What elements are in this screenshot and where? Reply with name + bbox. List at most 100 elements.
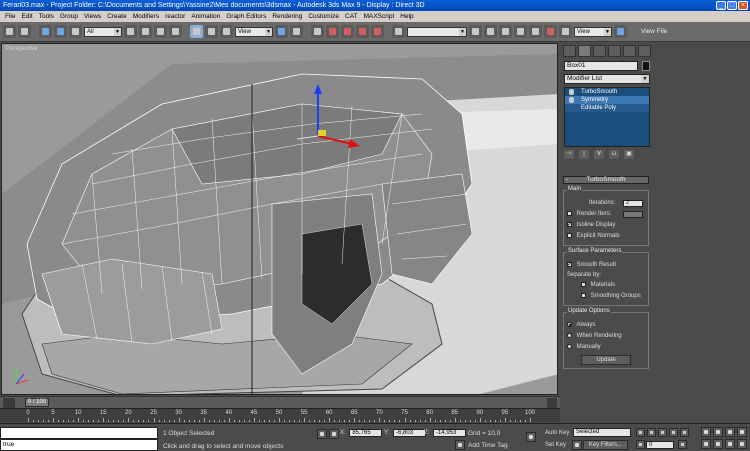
layer-manager-icon[interactable]: [499, 25, 512, 38]
time-slider-thumb[interactable]: 0 / 100: [25, 398, 49, 407]
named-selection-sets-dropdown[interactable]: ▼: [407, 26, 467, 37]
smoothing-groups-checkbox[interactable]: [581, 292, 586, 298]
schematic-view-icon[interactable]: [529, 25, 542, 38]
pivot-center-icon[interactable]: [275, 25, 288, 38]
snaps-toggle-icon[interactable]: [326, 25, 339, 38]
iterations-spinner[interactable]: 2: [623, 200, 643, 207]
display-tab-icon[interactable]: [623, 45, 636, 57]
material-editor-icon[interactable]: [544, 25, 557, 38]
keyboard-shortcut-override-icon[interactable]: [311, 25, 324, 38]
lightbulb-icon[interactable]: [569, 97, 574, 103]
modifier-list-dropdown[interactable]: Modifier List ▼: [564, 74, 650, 84]
maximize-viewport-icon[interactable]: [737, 439, 747, 449]
lightbulb-icon[interactable]: [569, 89, 574, 95]
select-object-icon[interactable]: [124, 25, 137, 38]
track-bar[interactable]: 0 5 10 15 20 25 30 35 40 45 50 55 60 65 70 75 80 85 90 95 10…: [0, 408, 560, 422]
quick-render-icon[interactable]: [614, 25, 627, 38]
align-icon[interactable]: [484, 25, 497, 38]
viewport-label[interactable]: Perspective: [6, 46, 37, 52]
zoom-extents-icon[interactable]: [725, 427, 735, 437]
utilities-tab-icon[interactable]: [638, 45, 651, 57]
render-preset-dropdown[interactable]: View ▼: [574, 26, 612, 37]
unlink-icon[interactable]: [54, 25, 67, 38]
key-icon[interactable]: [526, 432, 536, 442]
set-key-button[interactable]: Set Key: [545, 442, 566, 448]
redo-icon[interactable]: [18, 25, 31, 38]
stack-item-symmetry[interactable]: Symmetry: [565, 96, 649, 104]
menu-file[interactable]: File: [2, 13, 18, 20]
object-color-swatch[interactable]: [642, 61, 650, 71]
select-by-name-icon[interactable]: [139, 25, 152, 38]
select-and-move-icon[interactable]: [190, 25, 203, 38]
zoom-icon[interactable]: [701, 427, 711, 437]
smooth-result-checkbox[interactable]: [567, 260, 572, 271]
update-button[interactable]: Update: [581, 355, 631, 365]
menu-modifiers[interactable]: Modifiers: [130, 13, 162, 20]
menu-group[interactable]: Group: [57, 13, 81, 20]
materials-checkbox[interactable]: [581, 281, 586, 287]
render-iters-spinner[interactable]: [623, 211, 643, 218]
add-time-tag[interactable]: Add Time Tag: [468, 442, 508, 449]
menu-cat[interactable]: CAT: [342, 13, 361, 20]
menu-edit[interactable]: Edit: [18, 13, 35, 20]
play-icon[interactable]: [658, 428, 667, 437]
perspective-viewport[interactable]: Perspective: [1, 43, 558, 395]
menu-create[interactable]: Create: [104, 13, 130, 20]
key-filters-button[interactable]: Key Filters...: [583, 440, 628, 450]
window-crossing-icon[interactable]: [169, 25, 182, 38]
select-and-link-icon[interactable]: [39, 25, 52, 38]
manually-radio[interactable]: [567, 343, 572, 349]
absolute-mode-icon[interactable]: [329, 429, 339, 439]
maxscript-listener-output[interactable]: [0, 427, 158, 439]
angle-snap-icon[interactable]: [341, 25, 354, 38]
stack-item-editable-poly[interactable]: Editable Poly: [565, 104, 649, 112]
render-setup-icon[interactable]: [559, 25, 572, 38]
mirror-icon[interactable]: [469, 25, 482, 38]
object-name-field[interactable]: Box01: [564, 61, 638, 71]
menu-maxscript[interactable]: MAXScript: [361, 13, 398, 20]
time-configuration-icon[interactable]: [678, 440, 687, 449]
select-and-scale-icon[interactable]: [220, 25, 233, 38]
menu-animation[interactable]: Animation: [188, 13, 223, 20]
undo-icon[interactable]: [3, 25, 16, 38]
when-rendering-radio[interactable]: [567, 332, 572, 338]
current-frame-field[interactable]: 0: [646, 441, 674, 449]
hierarchy-tab-icon[interactable]: [593, 45, 606, 57]
menu-rendering[interactable]: Rendering: [269, 13, 305, 20]
menu-tools[interactable]: Tools: [36, 13, 57, 20]
go-to-start-icon[interactable]: [636, 428, 645, 437]
make-unique-icon[interactable]: ∀: [594, 150, 604, 159]
menu-reactor[interactable]: reactor: [162, 13, 188, 20]
view-file-button[interactable]: View File: [641, 28, 667, 35]
explicit-normals-checkbox[interactable]: [567, 232, 572, 238]
isoline-checkbox[interactable]: [567, 220, 572, 231]
configure-sets-icon[interactable]: ▣: [624, 150, 634, 159]
menu-help[interactable]: Help: [397, 13, 416, 20]
menu-views[interactable]: Views: [81, 13, 104, 20]
field-of-view-icon[interactable]: [701, 439, 711, 449]
remove-modifier-icon[interactable]: ⊔: [609, 150, 619, 159]
menu-graph-editors[interactable]: Graph Editors: [223, 13, 269, 20]
create-tab-icon[interactable]: [563, 45, 576, 57]
arc-rotate-icon[interactable]: [725, 439, 735, 449]
stack-item-turbosmooth[interactable]: TurboSmooth: [565, 88, 649, 96]
previous-frame-icon[interactable]: [647, 428, 656, 437]
pan-view-icon[interactable]: [713, 439, 723, 449]
modify-tab-icon[interactable]: [578, 45, 591, 57]
rectangle-selection-icon[interactable]: [154, 25, 167, 38]
rollout-title[interactable]: - TurboSmooth: [563, 176, 649, 184]
go-to-end-icon[interactable]: [680, 428, 689, 437]
menu-customize[interactable]: Customize: [305, 13, 342, 20]
maximize-button[interactable]: □: [727, 1, 737, 10]
close-button[interactable]: ×: [738, 1, 748, 10]
percent-snap-icon[interactable]: [356, 25, 369, 38]
select-manipulate-icon[interactable]: [290, 25, 303, 38]
minimize-button[interactable]: _: [716, 1, 726, 10]
always-radio[interactable]: [567, 321, 572, 327]
zoom-extents-all-icon[interactable]: [737, 427, 747, 437]
auto-key-button[interactable]: Auto Key: [545, 430, 569, 436]
spinner-snap-icon[interactable]: [371, 25, 384, 38]
z-field[interactable]: -14,953: [433, 429, 467, 437]
set-key-icon[interactable]: [572, 440, 582, 450]
auto-key-mode-dropdown[interactable]: Selected: [573, 428, 631, 437]
